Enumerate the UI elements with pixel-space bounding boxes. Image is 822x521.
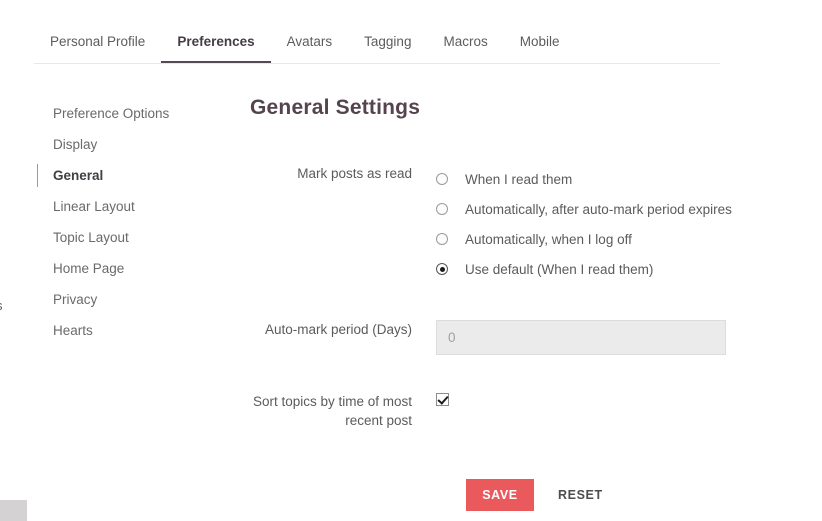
radio-use-default[interactable] (436, 263, 448, 275)
auto-mark-period-input[interactable] (436, 320, 726, 355)
sidebar-item-privacy[interactable]: Privacy (37, 284, 207, 315)
radio-label-use-default[interactable]: Use default (When I read them) (465, 262, 653, 277)
radio-when-i-read-them[interactable] (436, 173, 448, 185)
tab-mobile[interactable]: Mobile (504, 22, 576, 63)
radio-label-when-i-read-them[interactable]: When I read them (465, 172, 572, 187)
sort-topics-field (436, 389, 790, 406)
auto-mark-period-field (436, 320, 790, 355)
tab-avatars[interactable]: Avatars (271, 22, 349, 63)
radio-option-auto-after-period[interactable]: Automatically, after auto-mark period ex… (436, 194, 790, 224)
auto-mark-period-label: Auto-mark period (Days) (264, 322, 412, 337)
tab-list: Personal Profile Preferences Avatars Tag… (34, 22, 720, 63)
preferences-sidebar: Preference Options Display General Linea… (37, 98, 207, 346)
sidebar-item-topic-layout[interactable]: Topic Layout (37, 222, 207, 253)
sidebar-item-linear-layout[interactable]: Linear Layout (37, 191, 207, 222)
clipped-edge-text: s (0, 298, 3, 313)
reset-button[interactable]: RESET (558, 488, 603, 502)
sort-topics-checkbox[interactable] (436, 393, 449, 406)
radio-label-auto-on-logoff[interactable]: Automatically, when I log off (465, 232, 632, 247)
sidebar-item-general[interactable]: General (37, 160, 207, 191)
radio-auto-on-logoff[interactable] (436, 233, 448, 245)
sort-topics-label: Sort topics by time of most recent post (252, 394, 412, 428)
save-button[interactable]: SAVE (466, 479, 534, 511)
sidebar-item-display[interactable]: Display (37, 129, 207, 160)
radio-label-auto-after-period[interactable]: Automatically, after auto-mark period ex… (465, 202, 732, 217)
field-mark-posts-as-read: Mark posts as read When I read them Auto… (250, 164, 790, 284)
radio-option-when-i-read-them[interactable]: When I read them (436, 164, 790, 194)
radio-auto-after-period[interactable] (436, 203, 448, 215)
sidebar-item-preference-options[interactable]: Preference Options (37, 98, 207, 129)
mark-posts-as-read-label: Mark posts as read (297, 166, 412, 181)
bottom-left-block (0, 500, 27, 521)
tab-personal-profile[interactable]: Personal Profile (34, 22, 161, 63)
tab-preferences[interactable]: Preferences (161, 22, 271, 63)
tab-macros[interactable]: Macros (427, 22, 503, 63)
form-actions: SAVE RESET (250, 479, 790, 511)
tab-bar: Personal Profile Preferences Avatars Tag… (34, 22, 720, 64)
tab-tagging[interactable]: Tagging (348, 22, 427, 63)
radio-option-auto-on-logoff[interactable]: Automatically, when I log off (436, 224, 790, 254)
mark-posts-as-read-options: When I read them Automatically, after au… (436, 164, 790, 284)
field-auto-mark-period: Auto-mark period (Days) (250, 320, 790, 355)
page-title: General Settings (250, 96, 421, 119)
sidebar-item-home-page[interactable]: Home Page (37, 253, 207, 284)
general-settings-panel: General Settings Mark posts as read When… (250, 96, 790, 511)
radio-option-use-default[interactable]: Use default (When I read them) (436, 254, 790, 284)
sidebar-item-hearts[interactable]: Hearts (37, 315, 207, 346)
field-sort-topics: Sort topics by time of most recent post (250, 389, 790, 430)
